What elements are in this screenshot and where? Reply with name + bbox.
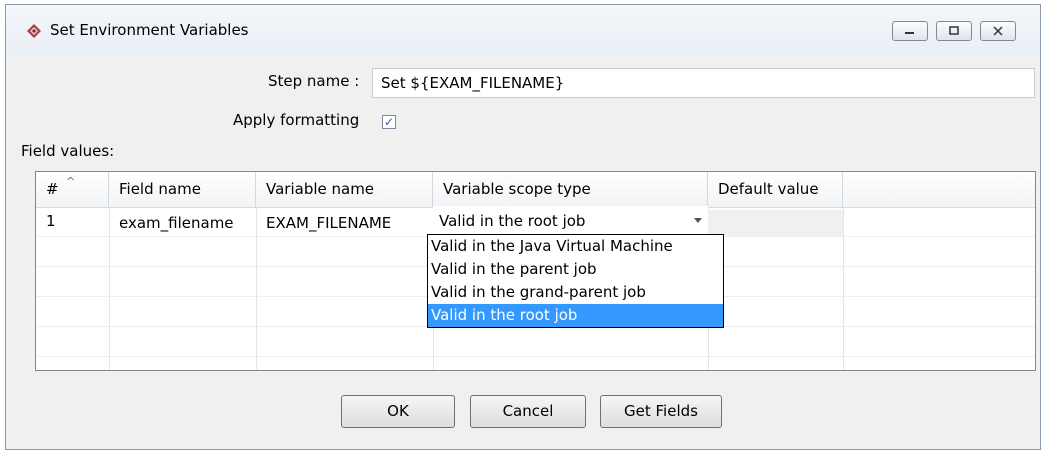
close-button[interactable] (980, 21, 1016, 41)
grid-line (36, 356, 1035, 357)
restore-icon (949, 26, 959, 35)
default-value-cell[interactable] (708, 210, 843, 236)
minimize-button[interactable] (892, 21, 928, 41)
row-number-cell: 1 (46, 212, 56, 230)
dropdown-option-root-job[interactable]: Valid in the root job (428, 304, 723, 327)
dropdown-arrow-icon[interactable] (694, 218, 702, 223)
column-header-variable-scope-type[interactable]: Variable scope type (433, 172, 708, 207)
ok-button[interactable]: OK (341, 395, 455, 428)
minimize-icon (905, 32, 914, 34)
field-values-label: Field values: (21, 142, 115, 160)
variable-name-cell[interactable]: EXAM_FILENAME (256, 208, 433, 238)
variable-scope-value: Valid in the root job (439, 212, 586, 230)
grid-line (843, 207, 844, 370)
variable-scope-combo[interactable]: Valid in the root job (433, 206, 708, 236)
sort-ascending-icon: ^ (66, 175, 76, 188)
field-name-cell[interactable]: exam_filename (109, 208, 256, 238)
table-header: # ^ Field name Variable name Variable sc… (36, 172, 1035, 208)
maximize-button[interactable] (936, 21, 972, 41)
column-header-field-name[interactable]: Field name (109, 172, 256, 207)
dialog-window: Set Environment Variables Step name : Ap… (5, 4, 1041, 450)
title-bar[interactable]: Set Environment Variables (6, 5, 1040, 57)
dropdown-option-grand-parent-job[interactable]: Valid in the grand-parent job (428, 281, 723, 304)
step-name-label: Step name : (268, 72, 360, 90)
get-fields-button[interactable]: Get Fields (600, 395, 722, 428)
column-header-number[interactable]: # ^ (36, 172, 109, 207)
app-icon (27, 24, 41, 38)
window-title: Set Environment Variables (50, 21, 249, 39)
dropdown-option-parent-job[interactable]: Valid in the parent job (428, 258, 723, 281)
close-icon (993, 26, 1003, 36)
column-header-variable-name[interactable]: Variable name (256, 172, 433, 207)
dropdown-option-jvm[interactable]: Valid in the Java Virtual Machine (428, 235, 723, 258)
step-name-input[interactable] (372, 68, 1035, 98)
cancel-button[interactable]: Cancel (470, 395, 586, 428)
apply-formatting-checkbox[interactable]: ✓ (382, 115, 396, 129)
column-header-default-value[interactable]: Default value (708, 172, 843, 207)
apply-formatting-label: Apply formatting (233, 111, 360, 129)
scope-dropdown-list: Valid in the Java Virtual Machine Valid … (427, 234, 724, 328)
checkmark-icon: ✓ (383, 115, 395, 129)
